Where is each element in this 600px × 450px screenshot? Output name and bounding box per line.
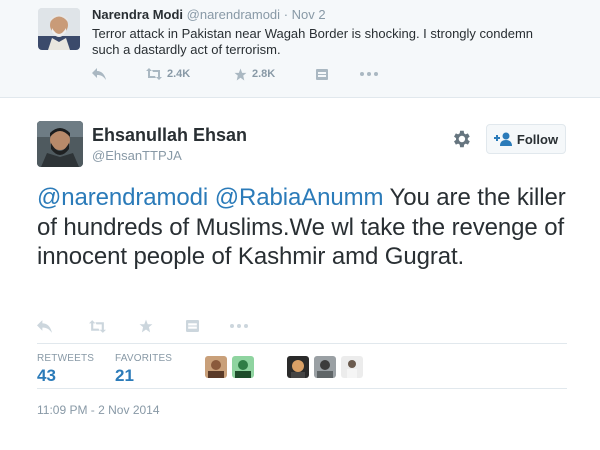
favoriter-avatar[interactable] — [287, 356, 309, 378]
parent-author-handle[interactable]: @narendramodi — [187, 7, 280, 22]
main-author-name[interactable]: Ehsanullah Ehsan — [92, 125, 247, 146]
tweet-stats: RETWEETS 43 FAVORITES 21 — [37, 343, 567, 389]
gear-icon — [454, 130, 470, 148]
parent-reply-button[interactable] — [92, 68, 146, 80]
tweet-timestamp[interactable]: 11:09 PM - 2 Nov 2014 — [37, 403, 160, 417]
reply-icon — [92, 68, 106, 80]
bookmark-icon — [186, 320, 199, 332]
favoriter-avatar[interactable] — [341, 356, 363, 378]
star-icon — [139, 319, 153, 333]
parent-retweet-button[interactable]: 2.4K — [146, 68, 234, 80]
favoriter-avatar[interactable] — [205, 356, 227, 378]
main-author-handle[interactable]: @EhsanTTPJA — [92, 148, 182, 163]
parent-tweet-date[interactable]: · Nov 2 — [284, 7, 326, 22]
star-icon — [234, 68, 247, 80]
parent-favorite-count: 2.8K — [252, 68, 276, 80]
retweet-icon — [146, 68, 162, 80]
main-favorite-button[interactable] — [139, 319, 186, 333]
parent-retweet-count: 2.4K — [167, 68, 191, 80]
parent-favorite-button[interactable]: 2.8K — [234, 68, 316, 81]
favoriter-avatar[interactable] — [232, 356, 254, 378]
parent-bookmark-button[interactable] — [316, 68, 360, 80]
more-icon — [360, 72, 378, 76]
follow-button[interactable]: Follow — [486, 124, 566, 154]
settings-button[interactable] — [450, 128, 472, 150]
mention-link-rabiaanumm[interactable]: @RabiaAnumm — [215, 184, 384, 211]
main-tweet-actions — [37, 316, 260, 336]
follow-button-label: Follow — [516, 131, 559, 147]
bookmark-icon — [316, 68, 328, 80]
more-icon — [230, 324, 248, 328]
main-bookmark-button[interactable] — [186, 320, 230, 332]
retweets-label: RETWEETS — [37, 353, 95, 364]
parent-tweet-header: Narendra Modi @narendramodi · Nov 2 — [92, 7, 326, 22]
parent-tweet[interactable]: Narendra Modi @narendramodi · Nov 2 Terr… — [0, 0, 600, 98]
main-retweet-button[interactable] — [89, 319, 139, 333]
retweets-count: 43 — [37, 366, 56, 385]
reply-icon — [37, 319, 52, 333]
parent-tweet-text: Terror attack in Pakistan near Wagah Bor… — [92, 26, 534, 57]
favorites-stat[interactable]: FAVORITES 21 — [115, 353, 172, 386]
add-user-icon — [493, 132, 512, 146]
mention-link-narendramodi[interactable]: @narendramodi — [37, 184, 208, 211]
parent-author-name[interactable]: Narendra Modi — [92, 7, 183, 22]
parent-tweet-avatar[interactable] — [38, 8, 80, 50]
main-reply-button[interactable] — [37, 319, 89, 333]
parent-tweet-actions: 2.4K 2.8K — [92, 64, 390, 84]
main-more-button[interactable] — [230, 324, 260, 328]
main-tweet-avatar[interactable] — [37, 121, 83, 167]
main-tweet-text: @narendramodi @RabiaAnumm You are the ki… — [37, 183, 572, 272]
retweet-icon — [89, 319, 106, 333]
favorites-count: 21 — [115, 366, 134, 385]
favorites-label: FAVORITES — [115, 353, 173, 364]
retweets-stat[interactable]: RETWEETS 43 — [37, 353, 94, 386]
favoriter-avatar[interactable] — [314, 356, 336, 378]
parent-more-button[interactable] — [360, 72, 390, 76]
